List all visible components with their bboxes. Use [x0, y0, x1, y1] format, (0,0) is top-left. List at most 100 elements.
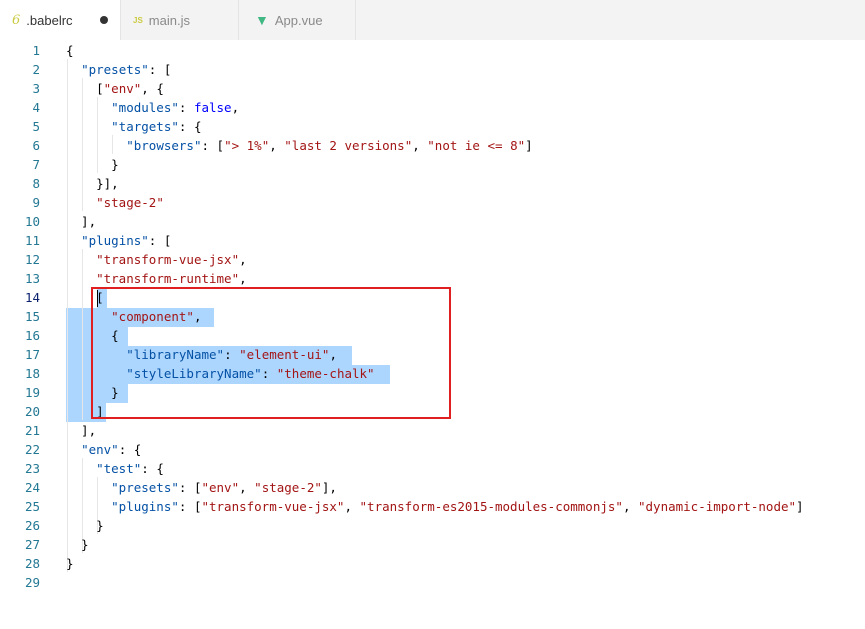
line-number: 14 — [24, 290, 40, 305]
line-number: 19 — [24, 385, 40, 400]
code-line[interactable]: 8 }], — [0, 174, 865, 193]
line-number: 8 — [32, 176, 40, 191]
code-line[interactable]: 4 "modules": false, — [0, 98, 865, 117]
editor-tab-bar: 6 .babelrc JS main.js ▼ App.vue — [0, 0, 865, 40]
code-line[interactable]: 9 "stage-2" — [0, 193, 865, 212]
line-code: }], — [66, 174, 119, 193]
line-number: 28 — [24, 556, 40, 571]
code-token: ], — [66, 423, 97, 438]
code-token: : [ — [148, 62, 172, 77]
code-token: "last 2 versions" — [284, 138, 413, 153]
code-token: "stage-2" — [254, 480, 322, 495]
line-number: 27 — [24, 537, 40, 552]
code-token: "env" — [201, 480, 240, 495]
code-line[interactable]: 13 "transform-runtime", — [0, 269, 865, 288]
tab-label: .babelrc — [26, 12, 73, 28]
line-number: 11 — [24, 233, 40, 248]
line-code: "modules": false, — [66, 98, 239, 117]
code-line[interactable]: 7 } — [0, 155, 865, 174]
code-line[interactable]: 6 "browsers": ["> 1%", "last 2 versions"… — [0, 136, 865, 155]
tab-babelrc[interactable]: 6 .babelrc — [0, 0, 120, 40]
line-number: 20 — [24, 404, 40, 419]
code-token: { — [66, 43, 74, 58]
code-token: : { — [141, 461, 164, 476]
code-token: "stage-2" — [96, 195, 164, 210]
tab-label: main.js — [148, 12, 190, 28]
tab-app-vue[interactable]: ▼ App.vue — [238, 0, 356, 40]
code-token: "plugins" — [111, 499, 179, 514]
code-line[interactable]: 3 ["env", { — [0, 79, 865, 98]
line-code: } — [66, 155, 119, 174]
line-number: 9 — [32, 195, 40, 210]
code-token: "> 1%" — [224, 138, 270, 153]
line-number: 2 — [32, 62, 40, 77]
code-token: [ — [66, 81, 104, 96]
js-file-icon: JS — [133, 15, 143, 25]
code-line[interactable]: 11 "plugins": [ — [0, 231, 865, 250]
code-token: } — [66, 537, 89, 552]
code-token: ] — [796, 499, 804, 514]
line-number: 17 — [24, 347, 40, 362]
code-line[interactable]: 24 "presets": ["env", "stage-2"], — [0, 478, 865, 497]
code-token: ], — [321, 480, 337, 495]
code-line[interactable]: 25 "plugins": ["transform-vue-jsx", "tra… — [0, 497, 865, 516]
code-line[interactable]: 2 "presets": [ — [0, 60, 865, 79]
tab-main-js[interactable]: JS main.js — [120, 0, 238, 40]
code-line[interactable]: 26 } — [0, 516, 865, 535]
code-token: , — [269, 138, 285, 153]
code-token: "test" — [96, 461, 142, 476]
unsaved-dot-icon[interactable] — [100, 16, 108, 24]
code-token: "transform-vue-jsx" — [96, 252, 240, 267]
line-number: 25 — [24, 499, 40, 514]
tab-label: App.vue — [274, 12, 323, 28]
code-token: "presets" — [111, 480, 179, 495]
line-code: } — [66, 535, 89, 554]
code-line[interactable]: 5 "targets": { — [0, 117, 865, 136]
code-token: ] — [525, 138, 533, 153]
code-token: , — [412, 138, 428, 153]
code-line[interactable]: 23 "test": { — [0, 459, 865, 478]
code-line[interactable]: 21 ], — [0, 421, 865, 440]
line-number: 4 — [32, 100, 40, 115]
code-token: , — [239, 252, 247, 267]
code-token: : [ — [201, 138, 225, 153]
code-token: : [ — [178, 480, 202, 495]
code-token: : { — [118, 442, 142, 457]
code-token: : [ — [148, 233, 172, 248]
code-line[interactable]: 1{ — [0, 41, 865, 60]
line-code: "targets": { — [66, 117, 201, 136]
code-line[interactable]: 22 "env": { — [0, 440, 865, 459]
line-code: "test": { — [66, 459, 164, 478]
line-code: "transform-runtime", — [66, 269, 247, 288]
line-code: } — [66, 516, 104, 535]
code-line[interactable]: 10 ], — [0, 212, 865, 231]
code-token: "dynamic-import-node" — [638, 499, 797, 514]
code-line[interactable]: 29 — [0, 573, 865, 592]
code-token: , { — [141, 81, 164, 96]
code-line[interactable]: 28} — [0, 554, 865, 573]
code-token: false — [193, 100, 232, 115]
code-line[interactable]: 27 } — [0, 535, 865, 554]
line-number: 1 — [32, 43, 40, 58]
line-number: 10 — [24, 214, 40, 229]
code-token: } — [66, 556, 74, 571]
code-token: , — [622, 499, 638, 514]
line-number: 29 — [24, 575, 40, 590]
code-token: : [ — [178, 499, 202, 514]
code-token: "presets" — [81, 62, 149, 77]
line-code: { — [66, 41, 74, 60]
vue-file-icon: ▼ — [255, 12, 269, 28]
code-line[interactable]: 12 "transform-vue-jsx", — [0, 250, 865, 269]
code-token: , — [239, 480, 255, 495]
code-token: "modules" — [111, 100, 179, 115]
code-token: "env" — [81, 442, 119, 457]
code-token: "transform-vue-jsx" — [201, 499, 345, 514]
line-code: ["env", { — [66, 79, 164, 98]
